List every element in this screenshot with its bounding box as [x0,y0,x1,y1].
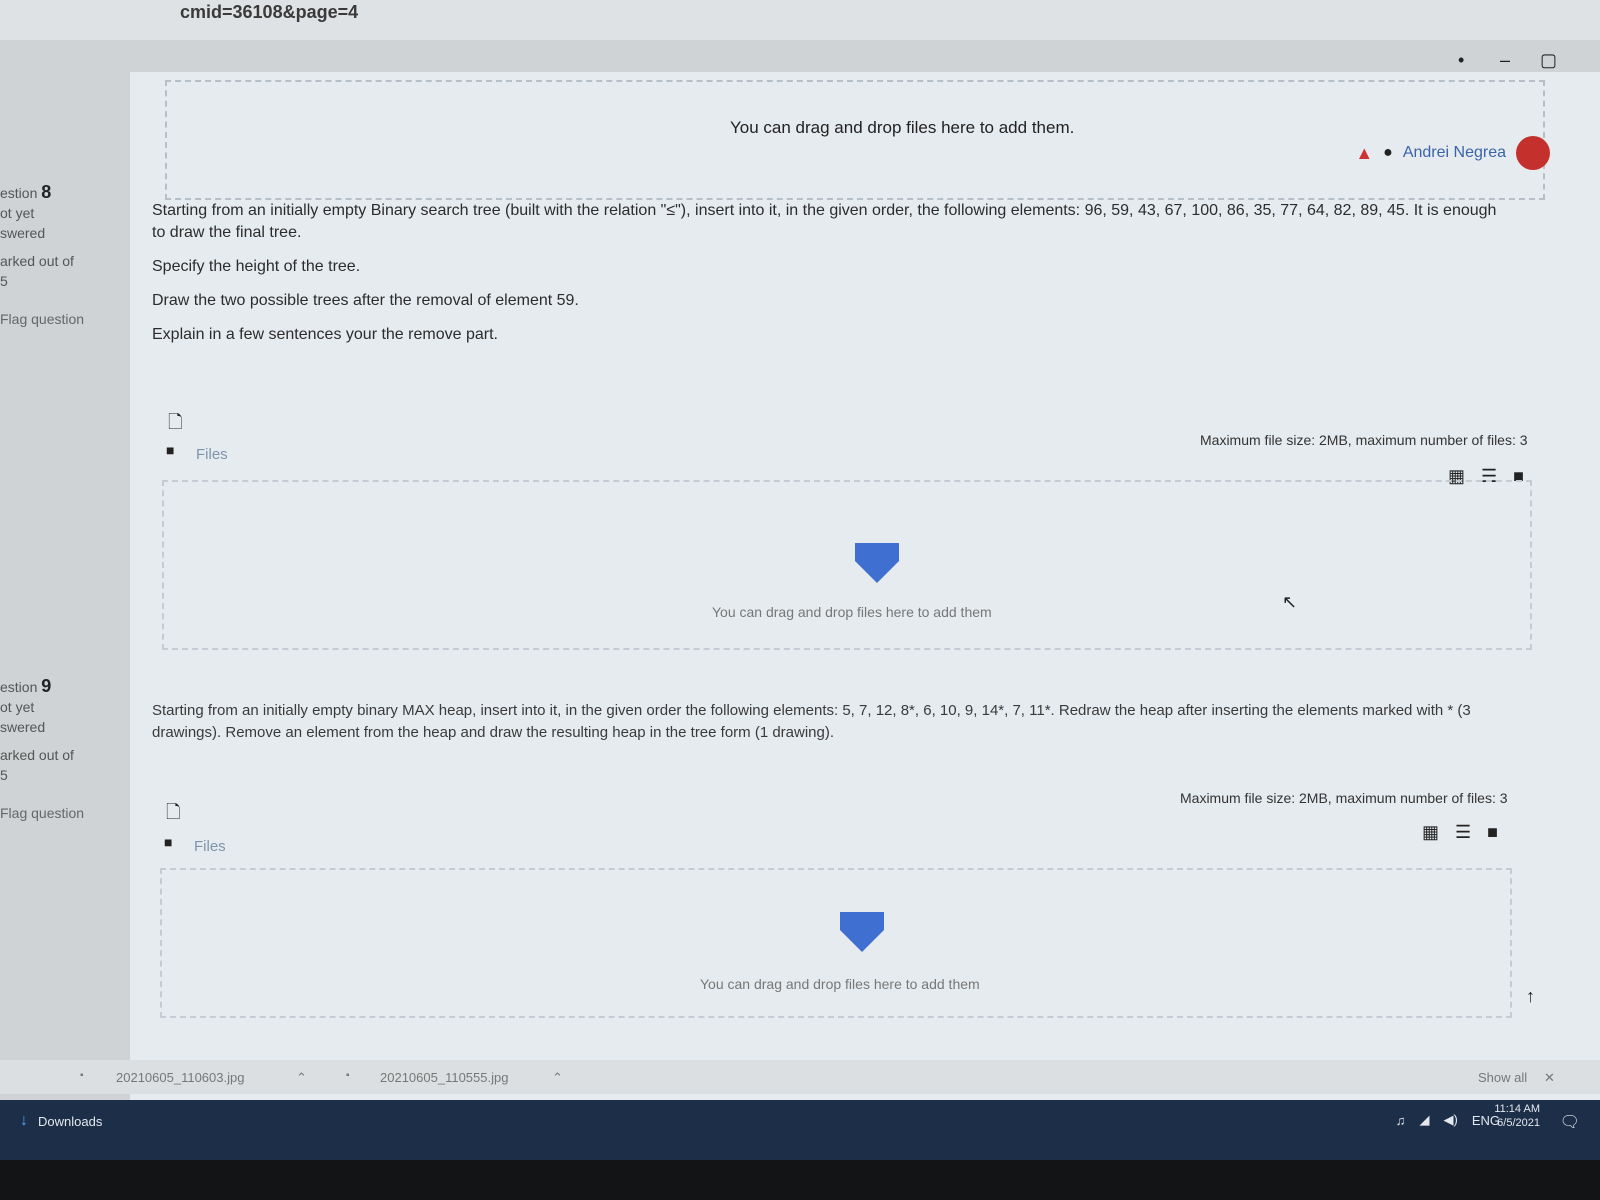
question-status-line-1: ot yet [0,205,35,221]
file-limit-text: Maximum file size: 2MB, maximum number o… [1200,432,1528,448]
download-arrow-icon [855,543,899,561]
download-arrow-head [840,930,884,952]
monitor-bezel [0,1160,1600,1200]
downloads-taskbar-label: Downloads [38,1113,103,1129]
downloads-bar: ▪ 20210605_110603.jpg ⌃ ▪ 20210605_11055… [0,1060,1600,1094]
view-switcher: ▦ ☰ ■ [1422,822,1498,843]
list-view-icon[interactable]: ☰ [1455,822,1471,843]
question-8-text: Starting from an initially empty Binary … [152,200,1512,358]
download-arrow-icon [840,912,884,930]
downloads-folder-icon: ↓ [20,1112,28,1129]
download-item[interactable]: 20210605_110603.jpg [116,1070,244,1085]
header-drop-text: You can drag and drop files here to add … [730,118,1075,137]
question-9-text: Starting from an initially empty binary … [152,700,1512,756]
system-tray: ♫ ◢ ◀) ENG [1396,1112,1500,1128]
question-marks-value: 5 [0,767,8,783]
avatar[interactable] [1516,136,1550,170]
window-dot-icon[interactable]: • [1458,50,1464,71]
question-marks: arked out of [0,747,74,763]
question-9-info: estion 9 ot yet swered arked out of 5 Fl… [0,676,100,823]
add-file-icon[interactable]: 🗋 [166,800,180,830]
user-menu[interactable]: ▲ ● Andrei Negrea [1355,136,1550,170]
question-label: estion [0,679,38,695]
header-dropzone[interactable] [165,80,1545,200]
clock-time: 11:14 AM [1494,1103,1540,1115]
user-name[interactable]: Andrei Negrea [1403,144,1506,162]
scroll-to-top-icon[interactable]: ↑ [1526,986,1535,1007]
add-file-icon[interactable]: 🗋 [168,410,182,440]
question-label: estion [0,185,38,201]
file-limit-text: Maximum file size: 2MB, maximum number o… [1180,790,1508,806]
maximize-icon[interactable]: ▢ [1540,50,1557,71]
notifications-icon[interactable]: 🗨 [1560,1112,1580,1132]
question-paragraph: Starting from an initially empty binary … [152,702,1471,741]
file-type-icon: ▪ [80,1070,84,1081]
dropzone-text: You can drag and drop files here to add … [712,604,992,620]
folder-view-icon[interactable]: ■ [1487,822,1498,843]
mouse-cursor-icon: ↖ [1282,592,1298,612]
question-paragraph: Draw the two possible trees after the re… [152,292,579,309]
download-item[interactable]: 20210605_110555.jpg [380,1070,508,1085]
close-icon[interactable]: ✕ [1544,1070,1555,1086]
flag-question-link[interactable]: Flag question [0,803,100,823]
headphones-icon[interactable]: ♫ [1396,1113,1406,1128]
downloads-taskbar-item[interactable]: ↓ Downloads [20,1112,102,1130]
file-dropzone[interactable] [162,480,1532,650]
notification-bell-icon[interactable]: ▲ [1355,143,1373,164]
question-status-line-2: swered [0,719,46,735]
question-paragraph: Starting from an initially empty Binary … [152,202,1497,241]
question-paragraph: Specify the height of the tree. [152,258,361,275]
wifi-icon[interactable]: ◢ [1420,1112,1430,1128]
grid-view-icon[interactable]: ▦ [1422,822,1439,843]
messages-icon[interactable]: ● [1383,144,1393,162]
question-number: 9 [41,676,52,696]
browser-topbar: cmid=36108&page=4 [0,0,1600,40]
address-url[interactable]: cmid=36108&page=4 [180,2,358,23]
folder-icon: ■ [164,834,173,850]
dropzone-text: You can drag and drop files here to add … [700,976,980,992]
minimize-icon[interactable]: – [1500,50,1510,71]
question-8-info: estion 8 ot yet swered arked out of 5 Fl… [0,182,100,329]
files-breadcrumb[interactable]: Files [194,838,226,855]
question-status-line-1: ot yet [0,699,35,715]
files-breadcrumb[interactable]: Files [196,446,228,463]
chevron-up-icon[interactable]: ⌃ [296,1070,307,1086]
windows-taskbar: ↓ Downloads ♫ ◢ ◀) ENG 11:14 AM 6/5/2021… [0,1100,1600,1160]
file-type-icon: ▪ [346,1070,350,1081]
question-marks: arked out of [0,253,74,269]
download-arrow-head [855,561,899,583]
show-all-button[interactable]: Show all [1478,1070,1527,1085]
question-number: 8 [41,182,52,202]
speaker-icon[interactable]: ◀) [1444,1112,1458,1128]
flag-question-link[interactable]: Flag question [0,309,100,329]
clock-date: 6/5/2021 [1497,1117,1540,1129]
taskbar-clock[interactable]: 11:14 AM 6/5/2021 [1494,1102,1540,1130]
question-status-line-2: swered [0,225,46,241]
chevron-up-icon[interactable]: ⌃ [552,1070,563,1086]
folder-icon: ■ [166,442,175,458]
question-marks-value: 5 [0,273,8,289]
file-dropzone[interactable] [160,868,1512,1018]
question-paragraph: Explain in a few sentences your the remo… [152,326,498,343]
